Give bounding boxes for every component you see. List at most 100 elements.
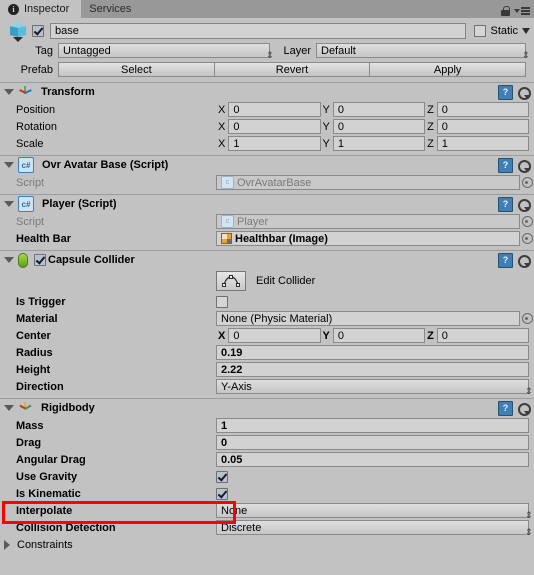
physic-material-value: None (Physic Material) [221, 312, 333, 325]
property-label: Is Trigger [16, 295, 66, 308]
vector3-field: X 0 Y 0 Z 0 [216, 328, 534, 343]
property-label: Material [16, 312, 58, 325]
help-icon[interactable] [498, 197, 513, 212]
collision-detection-dropdown[interactable]: Discrete [216, 520, 529, 535]
tag-dropdown[interactable]: Untagged [58, 43, 270, 58]
drag-input[interactable]: 0 [216, 435, 529, 450]
gear-icon[interactable] [517, 198, 531, 212]
prefab-select-button[interactable]: Select [58, 62, 215, 77]
edit-collider-label: Edit Collider [256, 275, 316, 287]
radius-input[interactable]: 0.19 [216, 345, 529, 360]
tab-services[interactable]: Services [81, 0, 143, 18]
hamburger-menu-icon[interactable] [514, 7, 530, 15]
position-y-input[interactable]: 0 [332, 102, 426, 117]
component-title: Ovr Avatar Base (Script) [42, 159, 169, 171]
direction-dropdown[interactable]: Y-Axis [216, 379, 529, 394]
static-label: Static [490, 24, 518, 37]
mass-input[interactable]: 1 [216, 418, 529, 433]
script-object-field[interactable]: c OvrAvatarBase [216, 175, 520, 190]
prefab-select-label: Select [121, 63, 152, 76]
property-row-angular-drag: Angular Drag 0.05 [0, 451, 534, 468]
gear-icon[interactable] [517, 86, 531, 100]
lock-icon[interactable] [501, 6, 510, 16]
edit-collider-button[interactable] [216, 271, 246, 291]
component-actions [498, 85, 531, 100]
gameobject-enabled-checkbox[interactable] [32, 24, 44, 37]
is-kinematic-checkbox[interactable] [216, 487, 228, 500]
scale-y-input[interactable]: 1 [332, 136, 426, 151]
property-row-height: Height 2.22 [0, 361, 534, 378]
center-y-input[interactable]: 0 [332, 328, 426, 343]
health-bar-object-field[interactable]: Healthbar (Image) [216, 231, 520, 246]
property-label: Height [16, 363, 51, 376]
static-checkbox[interactable] [474, 24, 487, 37]
position-x-input[interactable]: 0 [228, 102, 321, 117]
object-picker-icon[interactable] [520, 313, 534, 324]
component-actions [498, 401, 531, 416]
gear-icon[interactable] [517, 159, 531, 173]
foldout-icon[interactable] [4, 201, 14, 207]
capsule-icon [18, 252, 28, 268]
gameobject-icon-wrap[interactable] [4, 21, 32, 42]
object-picker-icon[interactable] [520, 216, 534, 227]
center-z-input[interactable]: 0 [436, 328, 529, 343]
prefab-apply-button[interactable]: Apply [369, 62, 527, 77]
height-input[interactable]: 2.22 [216, 362, 529, 377]
scale-z-input[interactable]: 1 [436, 136, 529, 151]
foldout-icon[interactable] [4, 89, 14, 95]
tab-inspector-label: Inspector [24, 3, 70, 15]
help-icon[interactable] [498, 158, 513, 173]
help-icon[interactable] [498, 253, 513, 268]
use-gravity-checkbox[interactable] [216, 470, 228, 483]
gameobject-name-input[interactable]: base [50, 22, 467, 39]
gear-icon[interactable] [517, 402, 531, 416]
component-header-transform[interactable]: Transform [0, 83, 534, 101]
component-header-rigidbody[interactable]: Rigidbody [0, 399, 534, 417]
foldout-icon[interactable] [4, 162, 14, 168]
prefab-revert-button[interactable]: Revert [213, 62, 371, 77]
axis-x-label: X [218, 120, 226, 133]
center-x-input[interactable]: 0 [228, 328, 321, 343]
foldout-icon[interactable] [4, 405, 14, 411]
axis-y-label: Y [322, 329, 330, 342]
tab-inspector[interactable]: i Inspector [0, 0, 82, 18]
radius-value: 0.19 [221, 346, 243, 359]
property-row-constraints[interactable]: Constraints [0, 536, 534, 553]
rotation-y-input[interactable]: 0 [332, 119, 426, 134]
rotation-z-input[interactable]: 0 [436, 119, 529, 134]
capsule-collider-enabled-checkbox[interactable] [34, 254, 46, 266]
is-trigger-checkbox[interactable] [216, 295, 228, 308]
object-picker-icon[interactable] [520, 177, 534, 188]
component-header-capsule-collider[interactable]: Capsule Collider [0, 251, 534, 269]
physic-material-object-field[interactable]: None (Physic Material) [216, 311, 520, 326]
foldout-icon[interactable] [4, 257, 14, 263]
angular-drag-input[interactable]: 0.05 [216, 452, 529, 467]
gameobject-header: base Static Tag Untagged Layer Default P… [0, 18, 534, 82]
component-header-player-script[interactable]: c# Player (Script) [0, 195, 534, 213]
chevron-down-icon[interactable] [522, 27, 530, 34]
help-icon[interactable] [498, 401, 513, 416]
height-value: 2.22 [221, 363, 243, 376]
cube-icon [8, 21, 29, 42]
property-label: Drag [16, 436, 42, 449]
component-header-ovr-avatar-base[interactable]: c# Ovr Avatar Base (Script) [0, 156, 534, 174]
axis-z-label: Z [427, 137, 434, 150]
rotation-x-input[interactable]: 0 [228, 119, 321, 134]
script-asset-icon: c [221, 215, 234, 228]
layer-dropdown[interactable]: Default [316, 43, 526, 58]
object-picker-icon[interactable] [520, 233, 534, 244]
interpolate-dropdown[interactable]: None [216, 503, 529, 518]
scale-x-input[interactable]: 1 [228, 136, 321, 151]
gear-icon[interactable] [517, 254, 531, 268]
foldout-icon[interactable] [4, 539, 10, 550]
script-object-field[interactable]: c Player [216, 214, 520, 229]
help-icon[interactable] [498, 85, 513, 100]
script-value: OvrAvatarBase [237, 176, 312, 189]
axis-x-label: X [218, 137, 226, 150]
csharp-script-icon: c# [18, 157, 34, 173]
image-asset-icon [221, 233, 232, 244]
prefab-label: Prefab [20, 63, 53, 76]
script-asset-icon: c [221, 176, 234, 189]
property-label: Rotation [16, 120, 57, 133]
position-z-input[interactable]: 0 [436, 102, 529, 117]
